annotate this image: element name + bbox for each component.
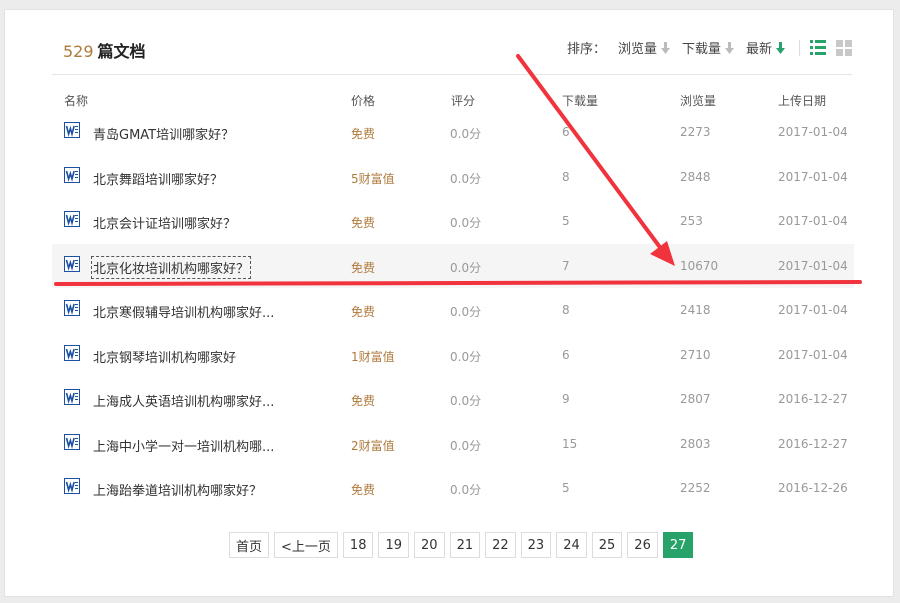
red-annotation-overlay	[54, 54, 862, 286]
annotation-arrow-head	[650, 241, 675, 266]
annotation-arrow-shaft	[516, 54, 664, 252]
annotation-underline	[54, 280, 862, 286]
